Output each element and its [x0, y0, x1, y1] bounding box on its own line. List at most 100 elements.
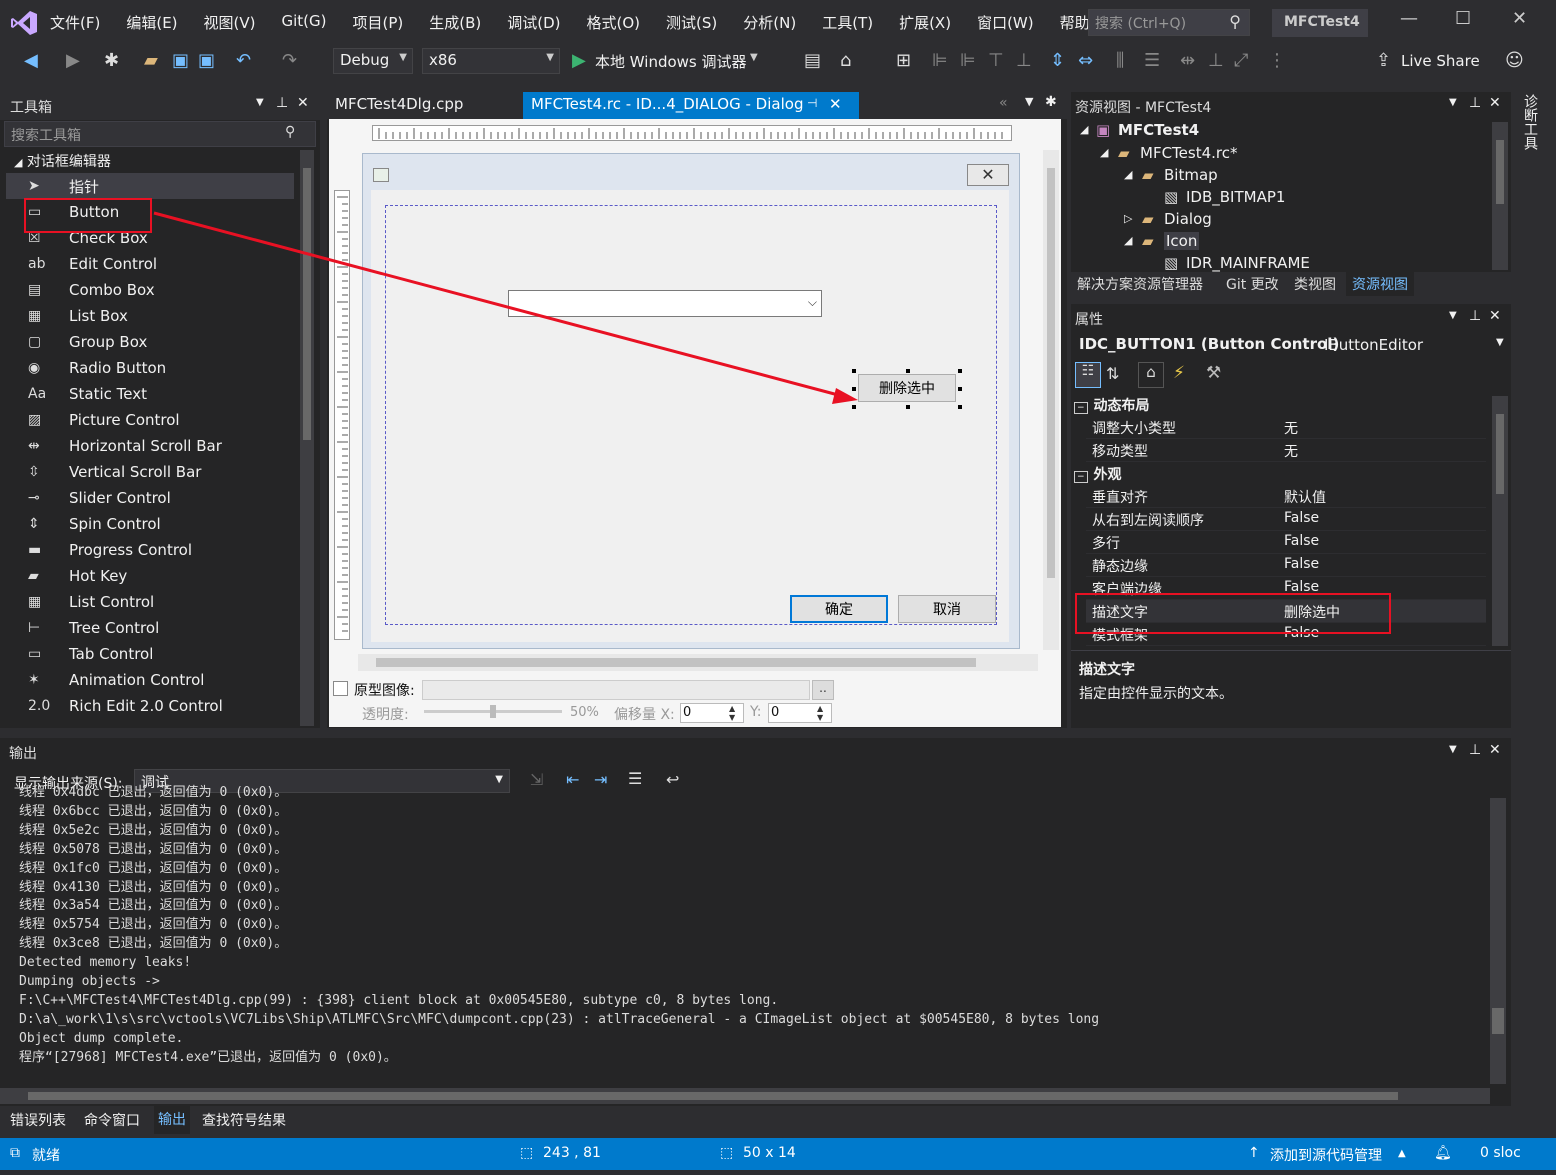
transparency-slider[interactable] — [424, 705, 562, 718]
menu-item[interactable]: 视图(V) — [204, 12, 268, 33]
feedback-icon[interactable]: ☺ — [1505, 50, 1524, 71]
redo-icon[interactable]: ↷ — [282, 50, 297, 71]
resize-handle[interactable] — [958, 369, 962, 373]
center-horizontal-icon[interactable]: ⇔ — [1078, 50, 1093, 71]
align-left-icon[interactable]: ⊫ — [932, 50, 948, 71]
close-icon[interactable]: ✕ — [297, 95, 309, 111]
gear-icon[interactable]: ✱ — [1045, 94, 1057, 110]
menu-item[interactable]: 项目(P) — [353, 12, 416, 33]
resize-handle[interactable] — [958, 387, 962, 391]
menu-item[interactable]: Git(G) — [282, 12, 339, 33]
expand-triangle-icon[interactable]: ◢ — [1124, 168, 1132, 181]
property-value[interactable]: 无 — [1284, 441, 1298, 461]
toolbox-item[interactable]: Aa Static Text — [6, 381, 294, 407]
proto-image-browse-button[interactable]: .. — [812, 680, 834, 700]
platform-select[interactable]: x86 ▼ — [422, 48, 560, 74]
transparency-slider-thumb[interactable] — [490, 705, 496, 718]
center-vertical-icon[interactable]: ⇕ — [1050, 50, 1065, 71]
property-row[interactable]: 移动类型 无 — [1086, 439, 1486, 462]
property-row[interactable]: 垂直对齐 默认值 — [1086, 485, 1486, 508]
run-debugger-button[interactable]: 本地 Windows 调试器 — [595, 51, 747, 72]
resize-handle[interactable] — [906, 369, 910, 373]
delete-selected-button[interactable]: 删除选中 — [858, 374, 956, 402]
toolbox-item[interactable]: ✶ Animation Control — [6, 667, 294, 693]
save-icon[interactable]: ▣ — [172, 50, 189, 71]
make-same-width-icon[interactable]: ⇹ — [1180, 50, 1195, 71]
property-category[interactable]: − 动态布局 — [1074, 395, 1150, 415]
panel-tab[interactable]: 资源视图 — [1346, 272, 1414, 296]
property-row[interactable]: 调整大小类型 无 — [1086, 416, 1486, 439]
bottom-tab[interactable]: 错误列表 — [10, 1110, 66, 1130]
panel-tab[interactable]: 类视图 — [1288, 272, 1342, 296]
pin-icon[interactable]: ⊥ — [1469, 95, 1481, 111]
resource-tree-item[interactable]: ◢ ▰ Bitmap — [1124, 166, 1524, 188]
output-horizontal-scrollbar[interactable] — [0, 1088, 1490, 1104]
resource-tree-scrollbar[interactable] — [1492, 122, 1508, 270]
proto-image-checkbox[interactable] — [333, 681, 348, 696]
offset-x-input[interactable]: 0 ▲ ▼ — [680, 703, 744, 723]
pin-icon[interactable]: ⊥ — [276, 95, 288, 111]
resource-tree-item[interactable]: ◢ ▰ MFCTest4.rc* — [1100, 144, 1500, 166]
save-all-icon[interactable]: ▣ — [198, 50, 215, 71]
output-vertical-scrollbar[interactable] — [1490, 798, 1506, 1084]
toolbox-item[interactable]: ⊢ Tree Control — [6, 615, 294, 641]
menu-item[interactable]: 生成(B) — [429, 12, 493, 33]
toolbox-scroll-thumb[interactable] — [303, 168, 311, 440]
properties-scrollbar[interactable] — [1492, 396, 1508, 646]
bottom-tab[interactable]: 输出 — [154, 1106, 190, 1134]
property-value[interactable]: 默认值 — [1284, 487, 1326, 507]
new-project-icon[interactable]: ✱ — [104, 50, 119, 71]
tab-dlg-cpp[interactable]: MFCTest4Dlg.cpp — [327, 92, 517, 119]
search-box[interactable]: 搜索 (Ctrl+Q) ⚲ — [1088, 9, 1250, 36]
cancel-button[interactable]: 取消 — [898, 595, 996, 623]
make-same-size-icon[interactable]: ⤢ — [1234, 50, 1248, 71]
output-text[interactable]: 线程 0x4dbc 已退出，返回值为 0 (0x0)。 线程 0x6bcc 已退出… — [19, 784, 1479, 1074]
property-row[interactable]: 静态边缘 False — [1086, 554, 1486, 577]
undo-icon[interactable]: ↶ — [236, 50, 251, 71]
close-icon[interactable]: ✕ — [1489, 308, 1501, 324]
toolbox-item[interactable]: ▭ Tab Control — [6, 641, 294, 667]
properties-icon[interactable]: ⌂ — [1138, 362, 1164, 388]
proto-image-path-input[interactable] — [422, 680, 810, 700]
tab-list-icon[interactable]: ▼ — [1025, 95, 1033, 108]
toolbox-item[interactable]: ◉ Radio Button — [6, 355, 294, 381]
toolbox-item[interactable]: ⇕ Spin Control — [6, 511, 294, 537]
toolbox-item[interactable]: ▢ Group Box — [6, 329, 294, 355]
property-category[interactable]: − 外观 — [1074, 464, 1122, 484]
toolbox-item[interactable]: ▤ Combo Box — [6, 277, 294, 303]
close-icon[interactable]: ✕ — [1489, 95, 1501, 111]
tab-order-icon[interactable]: ⊞ — [896, 50, 911, 71]
open-folder-icon[interactable]: ▰ — [144, 50, 158, 71]
align-right-icon[interactable]: ⊫ — [960, 50, 976, 71]
menu-item[interactable]: 窗口(W) — [977, 12, 1046, 33]
resize-handle[interactable] — [958, 405, 962, 409]
close-icon[interactable]: ✕ — [1489, 742, 1501, 758]
test-dialog-icon[interactable]: ⌂ — [840, 50, 851, 71]
notification-bell-icon[interactable]: 🔔︎ — [1434, 1145, 1452, 1161]
resource-tree-item[interactable]: ▧ IDB_BITMAP1 — [1148, 188, 1548, 210]
pin-icon[interactable]: ⊥ — [1469, 308, 1481, 324]
toolbar-overflow-icon[interactable]: ⋮ — [1268, 50, 1286, 71]
toolbox-item[interactable]: ab Edit Control — [6, 251, 294, 277]
toolbox-item[interactable]: ▬ Progress Control — [6, 537, 294, 563]
chevron-down-icon[interactable]: ▼ — [1449, 97, 1457, 108]
property-value[interactable]: False — [1284, 556, 1319, 572]
expand-triangle-icon[interactable]: ◢ — [1080, 123, 1088, 136]
live-share-button[interactable]: Live Share — [1401, 52, 1480, 70]
toolbox-search-input[interactable]: 搜索工具箱 ⚲ — [4, 121, 316, 147]
toolbox-item[interactable]: ⇹ Horizontal Scroll Bar — [6, 433, 294, 459]
forward-icon[interactable]: ▶ — [66, 50, 80, 71]
expand-triangle-icon[interactable]: ◢ — [1124, 234, 1132, 247]
canvas-vertical-scrollbar[interactable] — [1043, 150, 1059, 650]
toolbox-category[interactable]: ◢ 对话框编辑器 — [14, 151, 111, 171]
combo-box-control[interactable]: ⌵ — [508, 290, 822, 317]
toolbox-item[interactable]: ⊸ Slider Control — [6, 485, 294, 511]
toolbox-item[interactable]: ▦ List Box — [6, 303, 294, 329]
property-row[interactable]: 多行 False — [1086, 531, 1486, 554]
pin-icon[interactable]: ⊥ — [1469, 742, 1481, 758]
chevron-up-icon[interactable]: ▲ — [1398, 1148, 1406, 1159]
resource-tree-item[interactable]: ▷ ▰ Dialog — [1124, 210, 1524, 232]
menu-item[interactable]: 分析(N) — [743, 12, 808, 33]
panel-tab[interactable]: 解决方案资源管理器 — [1071, 272, 1209, 296]
ok-button[interactable]: 确定 — [790, 595, 888, 623]
